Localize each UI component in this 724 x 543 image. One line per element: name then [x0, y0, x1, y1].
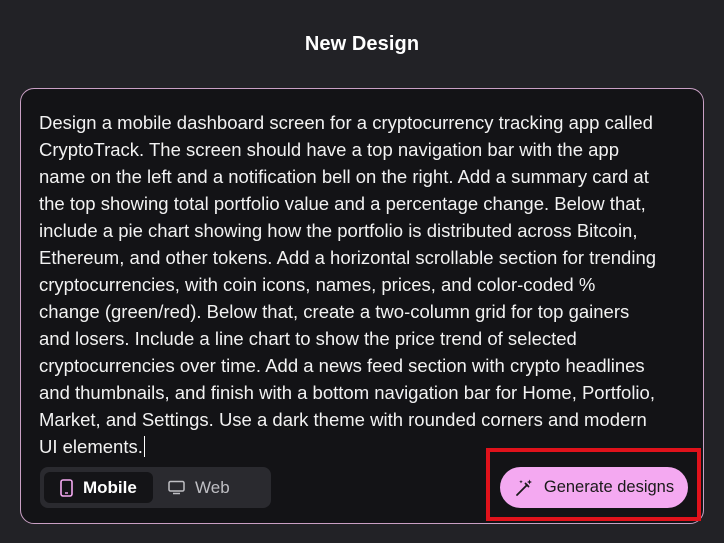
text-cursor — [143, 436, 146, 457]
mobile-option-label: Mobile — [83, 477, 137, 497]
prompt-text: Design a mobile dashboard screen for a c… — [39, 112, 657, 457]
monitor-icon — [168, 480, 185, 495]
web-option-button[interactable]: Web — [153, 472, 263, 503]
generate-designs-button[interactable]: Generate designs — [500, 467, 688, 508]
platform-toggle: Mobile Web — [40, 467, 271, 508]
generate-designs-label: Generate designs — [543, 478, 675, 496]
magic-wand-icon — [515, 479, 532, 496]
mobile-phone-icon — [60, 478, 73, 497]
prompt-editor[interactable]: Design a mobile dashboard screen for a c… — [20, 88, 704, 524]
web-option-label: Web — [195, 477, 230, 497]
mobile-option-button[interactable]: Mobile — [44, 472, 153, 503]
prompt-textarea[interactable]: Design a mobile dashboard screen for a c… — [39, 109, 689, 460]
page-title: New Design — [304, 33, 420, 55]
